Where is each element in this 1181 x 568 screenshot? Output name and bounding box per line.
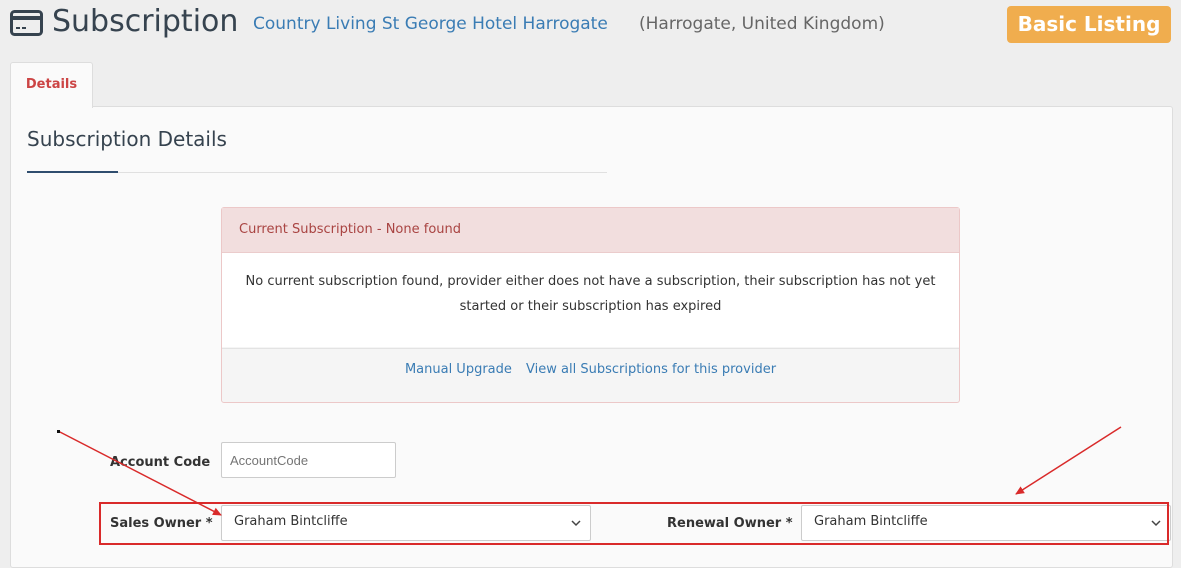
view-all-subscriptions-link[interactable]: View all Subscriptions for this provider	[526, 362, 776, 377]
subscription-alert: Current Subscription - None found No cur…	[221, 207, 960, 403]
account-code-label: Account Code	[110, 455, 211, 470]
manual-upgrade-link[interactable]: Manual Upgrade	[405, 362, 512, 377]
sales-owner-label: Sales Owner *	[110, 516, 213, 531]
chevron-down-icon	[1151, 520, 1161, 527]
renewal-owner-value: Graham Bintcliffe	[814, 514, 928, 529]
chevron-down-icon	[571, 520, 581, 527]
renewal-owner-label: Renewal Owner *	[667, 516, 793, 531]
hotel-location: (Harrogate, United Kingdom)	[639, 14, 885, 34]
renewal-owner-select[interactable]: Graham Bintcliffe	[801, 505, 1171, 541]
page-title: Subscription	[52, 4, 239, 39]
credit-card-icon	[10, 10, 43, 36]
sales-owner-value: Graham Bintcliffe	[234, 514, 348, 529]
hotel-name-link[interactable]: Country Living St George Hotel Harrogate	[253, 12, 608, 36]
account-code-input[interactable]	[221, 442, 396, 478]
section-divider-accent	[27, 171, 118, 173]
alert-body: No current subscription found, provider …	[222, 253, 959, 347]
section-title: Subscription Details	[27, 127, 227, 151]
alert-heading-text: Current Subscription - None found	[239, 222, 461, 237]
alert-message-line1: No current subscription found, provider …	[245, 274, 936, 289]
alert-footer: Manual Upgrade View all Subscriptions fo…	[222, 348, 959, 403]
alert-heading: Current Subscription - None found	[222, 208, 959, 253]
alert-message-line2: started or their subscription has expire…	[459, 299, 722, 314]
tab-details[interactable]: Details	[10, 62, 93, 108]
listing-type-badge: Basic Listing	[1007, 6, 1171, 43]
page-header: Subscription Country Living St George Ho…	[0, 0, 1181, 50]
details-panel: Subscription Details Current Subscriptio…	[10, 106, 1173, 568]
sales-owner-select[interactable]: Graham Bintcliffe	[221, 505, 591, 541]
